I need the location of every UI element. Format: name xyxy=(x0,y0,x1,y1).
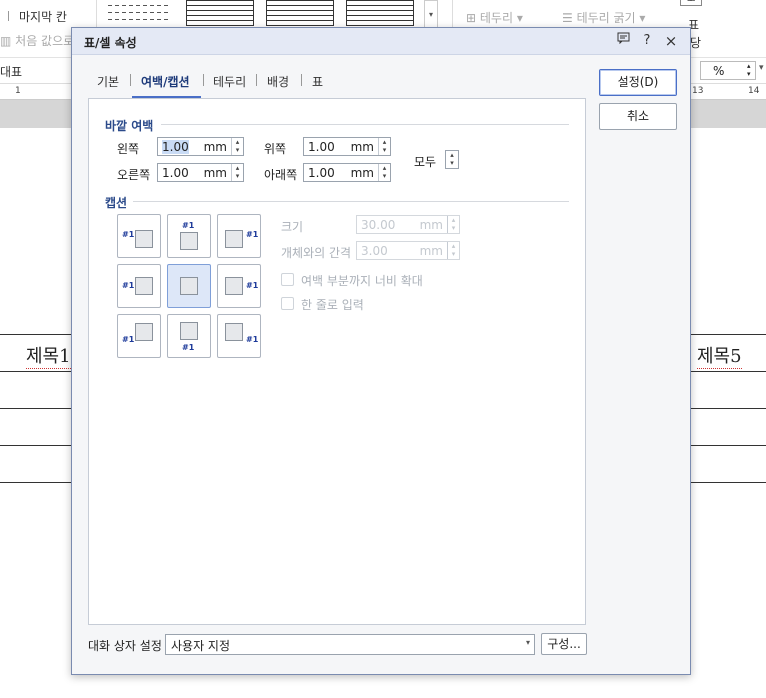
tab-margin-caption[interactable]: 여백/캡션 xyxy=(141,73,190,90)
right-margin-field[interactable]: 1.00 mm ▴ ▾ xyxy=(157,163,244,182)
comment-icon[interactable] xyxy=(614,32,632,50)
ruler-number: 14 xyxy=(748,86,760,96)
reset-to-default-button[interactable]: ▥ 처음 값으로 xyxy=(0,32,74,49)
style-scroll-down-icon[interactable]: ▾ xyxy=(424,0,438,28)
all-margins-label: 모두 xyxy=(414,155,437,169)
style-box[interactable]: 대표 xyxy=(0,63,22,80)
spin-arrows-icon[interactable]: ▴ ▾ xyxy=(231,138,243,155)
all-margins-spinner[interactable]: ▴ ▾ xyxy=(445,150,459,169)
caption-position-left[interactable]: #1 xyxy=(117,264,161,308)
caption-position-left-bottom[interactable]: #1 xyxy=(117,314,161,358)
table-style-grid-3[interactable] xyxy=(346,0,414,26)
doc-table-title-1: 제목1 xyxy=(26,342,71,369)
tab-background[interactable]: 배경 xyxy=(267,73,289,90)
ruler-number: 13 xyxy=(692,86,704,96)
chevron-down-icon: ▾ xyxy=(525,638,530,647)
cancel-button[interactable]: 취소 xyxy=(599,103,677,130)
close-icon[interactable]: × xyxy=(662,32,680,50)
caption-position-left-top[interactable]: #1 xyxy=(117,214,161,258)
caption-position-top[interactable]: #1 xyxy=(167,214,211,258)
table-style-dashed[interactable] xyxy=(108,4,170,26)
percent-dropdown-icon[interactable]: ▾ xyxy=(759,63,764,73)
dialog-settings-label: 대화 상자 설정 xyxy=(88,639,162,653)
tab-border[interactable]: 테두리 xyxy=(213,73,246,90)
ruler-number: 1 xyxy=(15,86,21,96)
table-style-grid-1[interactable] xyxy=(186,0,254,26)
caption-gap-label: 개체와의 간격 xyxy=(281,246,352,260)
caption-position-right-bottom[interactable]: #1 xyxy=(217,314,261,358)
table-partial-label-2: 당 xyxy=(690,36,702,50)
left-margin-field[interactable]: 1.00 mm ▴ ▾ xyxy=(157,137,244,156)
right-margin-label: 오른쪽 xyxy=(117,168,151,182)
border-thickness-button[interactable]: ☰ 테두리 굵기 ▾ xyxy=(562,9,645,26)
left-margin-label: 왼쪽 xyxy=(117,142,140,156)
caption-size-field[interactable]: 30.00 mm ▴ ▾ xyxy=(356,215,460,234)
spin-arrows-icon[interactable]: ▴ ▾ xyxy=(446,151,458,168)
dialog-title: 표/셀 속성 xyxy=(84,36,137,50)
spin-arrows-icon[interactable]: ▴ ▾ xyxy=(378,164,390,181)
single-line-checkbox[interactable] xyxy=(281,297,294,310)
table-cell-properties-dialog: 표/셀 속성 ? × 기본 여백/캡션 테두리 배경 표 바깥 여백 왼쪽 1.… xyxy=(71,27,691,675)
bottom-margin-field[interactable]: 1.00 mm ▴ ▾ xyxy=(303,163,391,182)
caption-size-label: 크기 xyxy=(281,220,304,234)
ok-button[interactable]: 설정(D) xyxy=(599,69,677,96)
zoom-percent-field[interactable]: % ▴ ▾ xyxy=(700,61,756,80)
table-style-grid-2[interactable] xyxy=(266,0,334,26)
last-column-checkbox[interactable]: 마지막 칸 xyxy=(8,8,67,25)
help-icon[interactable]: ? xyxy=(638,32,656,50)
caption-position-right[interactable]: #1 xyxy=(217,264,261,308)
dialog-titlebar: 표/셀 속성 ? × xyxy=(72,28,690,55)
spin-arrows-icon[interactable]: ▴ ▾ xyxy=(231,164,243,181)
tab-table[interactable]: 표 xyxy=(312,73,323,90)
top-margin-field[interactable]: 1.00 mm ▴ ▾ xyxy=(303,137,391,156)
tab-panel: 바깥 여백 왼쪽 1.00 mm ▴ ▾ 위쪽 1.00 mm ▴ ▾ 오른쪽 1.… xyxy=(88,98,586,625)
table-icon[interactable]: ▦ xyxy=(680,0,702,6)
tab-basic[interactable]: 기본 xyxy=(97,73,119,90)
bottom-margin-label: 아래쪽 xyxy=(264,168,298,182)
spin-arrows-icon[interactable]: ▴ ▾ xyxy=(378,138,390,155)
doc-table-title-5: 제목5 xyxy=(697,342,742,369)
dialog-settings-select[interactable]: 사용자 지정 ▾ xyxy=(165,634,535,655)
caption-section-label: 캡션 xyxy=(105,196,128,210)
caption-position-right-top[interactable]: #1 xyxy=(217,214,261,258)
top-margin-label: 위쪽 xyxy=(264,142,287,156)
spin-arrows-icon[interactable]: ▴ ▾ xyxy=(447,242,459,259)
extend-width-label: 여백 부분까지 너비 확대 xyxy=(301,274,423,288)
configure-button[interactable]: 구성... xyxy=(541,633,587,655)
single-line-label: 한 줄로 입력 xyxy=(301,298,364,312)
outer-margin-section-label: 바깥 여백 xyxy=(105,119,154,133)
extend-width-checkbox[interactable] xyxy=(281,273,294,286)
caption-position-bottom[interactable]: #1 xyxy=(167,314,211,358)
caption-position-center[interactable] xyxy=(167,264,211,308)
border-button[interactable]: ⊞ 테두리 ▾ xyxy=(466,9,523,26)
spin-arrows-icon[interactable]: ▴ ▾ xyxy=(447,216,459,233)
caption-gap-field[interactable]: 3.00 mm ▴ ▾ xyxy=(356,241,460,260)
